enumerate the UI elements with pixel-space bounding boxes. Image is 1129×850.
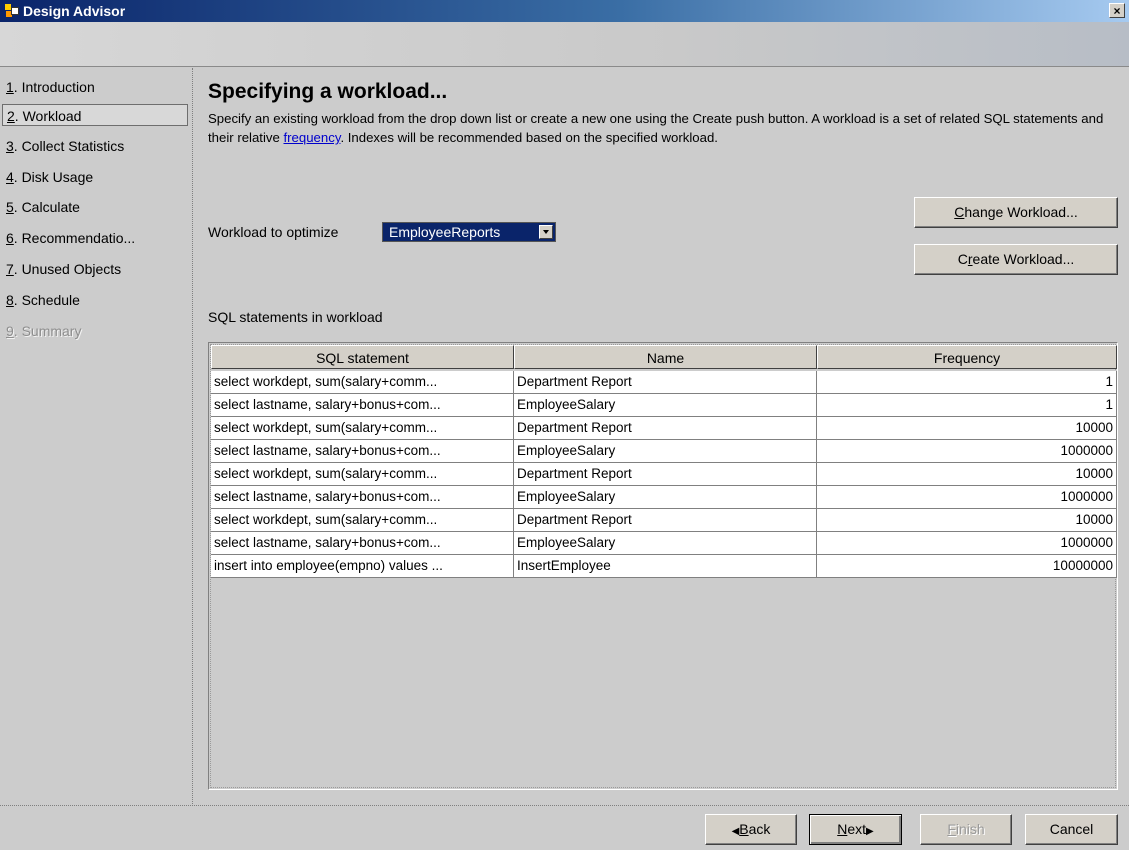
workload-dropdown[interactable]: EmployeeReports	[382, 222, 556, 242]
workload-label: Workload to optimize	[208, 224, 339, 240]
sql-statement-cell: select lastname, salary+bonus+com...	[211, 394, 514, 417]
change-workload-button[interactable]: Change Workload...	[914, 197, 1118, 228]
page-description: Specify an existing workload from the dr…	[208, 111, 1104, 145]
window-title: Design Advisor	[23, 3, 126, 19]
table-row[interactable]: select lastname, salary+bonus+com... Empl…	[211, 532, 1117, 555]
table-row[interactable]: select workdept, sum(salary+comm... Depar…	[211, 463, 1117, 486]
create-workload-button[interactable]: Create Workload...	[914, 244, 1118, 275]
next-button[interactable]: Next▶	[809, 814, 902, 845]
name-cell: EmployeeSalary	[514, 394, 817, 417]
sql-statements-label: SQL statements in workload	[208, 309, 383, 325]
table-row[interactable]: select lastname, salary+bonus+com... Empl…	[211, 486, 1117, 509]
name-cell: InsertEmployee	[514, 555, 817, 578]
sql-statements-table: SQL statement Name Frequency select work…	[208, 342, 1118, 790]
name-cell: EmployeeSalary	[514, 440, 817, 463]
page-title: Specifying a workload...	[208, 80, 448, 103]
frequency-cell: 10000	[817, 417, 1117, 440]
nav-item-disk-usage[interactable]: 4. Disk Usage	[2, 166, 188, 188]
nav-item-calculate[interactable]: 5. Calculate	[2, 196, 188, 218]
nav-item-unused-objects[interactable]: 7. Unused Objects	[2, 258, 188, 280]
frequency-cell: 10000000	[817, 555, 1117, 578]
frequency-cell: 1	[817, 371, 1117, 394]
sql-statement-cell: select workdept, sum(salary+comm...	[211, 417, 514, 440]
table-header: SQL statement Name Frequency	[211, 345, 1117, 369]
name-cell: Department Report	[514, 371, 817, 394]
header-banner	[0, 22, 1129, 67]
frequency-cell: 10000	[817, 463, 1117, 486]
sql-statement-cell: select workdept, sum(salary+comm...	[211, 371, 514, 394]
nav-item-schedule[interactable]: 8. Schedule	[2, 289, 188, 311]
nav-item-summary: 9. Summary	[6, 323, 82, 339]
chevron-down-icon[interactable]	[539, 225, 553, 239]
frequency-cell: 1000000	[817, 486, 1117, 509]
wizard-steps-nav: 1. Introduction 2. Workload 3. Collect S…	[0, 68, 193, 804]
sql-statement-cell: select lastname, salary+bonus+com...	[211, 532, 514, 555]
finish-button: Finish	[920, 814, 1012, 845]
cancel-button[interactable]: Cancel	[1025, 814, 1118, 845]
nav-item-recommendations[interactable]: 6. Recommendatio...	[2, 227, 188, 249]
nav-item-workload[interactable]: 2. Workload	[2, 104, 188, 126]
frequency-cell: 1	[817, 394, 1117, 417]
name-cell: Department Report	[514, 509, 817, 532]
frequency-cell: 1000000	[817, 440, 1117, 463]
name-cell: EmployeeSalary	[514, 532, 817, 555]
next-arrow-icon: ▶	[866, 826, 874, 837]
footer-divider	[0, 805, 1129, 806]
column-header-sql-statement[interactable]: SQL statement	[211, 345, 514, 369]
table-row[interactable]: select workdept, sum(salary+comm... Depar…	[211, 371, 1117, 394]
name-cell: EmployeeSalary	[514, 486, 817, 509]
sql-statement-cell: insert into employee(empno) values ...	[211, 555, 514, 578]
close-icon[interactable]: ×	[1109, 3, 1125, 18]
back-button[interactable]: ◀Back	[705, 814, 797, 845]
sql-statement-cell: select workdept, sum(salary+comm...	[211, 463, 514, 486]
name-cell: Department Report	[514, 417, 817, 440]
nav-item-introduction[interactable]: 1. Introduction	[2, 76, 188, 98]
title-bar: Design Advisor ×	[0, 0, 1129, 22]
sql-statement-cell: select lastname, salary+bonus+com...	[211, 486, 514, 509]
workload-dropdown-value: EmployeeReports	[389, 224, 501, 240]
table-row[interactable]: insert into employee(empno) values ... In…	[211, 555, 1117, 578]
name-cell: Department Report	[514, 463, 817, 486]
design-advisor-app-icon	[5, 4, 19, 18]
frequency-cell: 10000	[817, 509, 1117, 532]
table-row[interactable]: select workdept, sum(salary+comm... Depar…	[211, 509, 1117, 532]
frequency-cell: 1000000	[817, 532, 1117, 555]
table-row[interactable]: select workdept, sum(salary+comm... Depar…	[211, 417, 1117, 440]
column-header-name[interactable]: Name	[514, 345, 817, 369]
sql-statement-cell: select workdept, sum(salary+comm...	[211, 509, 514, 532]
table-row[interactable]: select lastname, salary+bonus+com... Empl…	[211, 394, 1117, 417]
column-header-frequency[interactable]: Frequency	[817, 345, 1117, 369]
table-row[interactable]: select lastname, salary+bonus+com... Empl…	[211, 440, 1117, 463]
frequency-link[interactable]: frequency	[284, 130, 341, 145]
sql-statement-cell: select lastname, salary+bonus+com...	[211, 440, 514, 463]
nav-item-collect-statistics[interactable]: 3. Collect Statistics	[2, 135, 188, 157]
